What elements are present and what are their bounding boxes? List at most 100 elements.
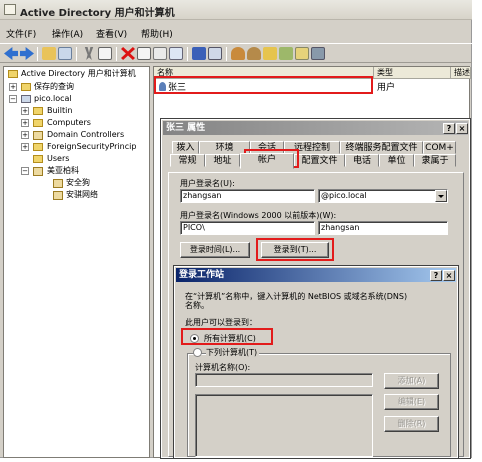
tree-anquangou[interactable]: 安全狗 [66,177,90,188]
tab-terminal-services[interactable]: 终端服务配置文件 [340,141,423,154]
tab-address[interactable]: 地址 [205,154,240,167]
tree-root[interactable]: Active Directory 用户和计算机 [21,68,136,79]
menu-action[interactable]: 操作(A) [52,27,83,40]
console-tree: Active Directory 用户和计算机 + 保存的查询 − pico.l… [3,66,150,458]
column-description[interactable]: 描述 [451,67,471,79]
can-logon-label: 此用户可以登录到： [185,318,257,327]
column-name[interactable]: 名称 [154,67,374,79]
folder-icon [33,143,43,151]
logon-hours-button[interactable]: 登录时间(L)... [180,242,250,258]
close-icon[interactable]: × [456,123,468,134]
menu-help[interactable]: 帮助(H) [141,27,173,40]
tab-organization[interactable]: 单位 [379,154,414,167]
tab-complus[interactable]: COM+ [423,141,456,154]
expand-icon[interactable]: + [21,143,29,151]
collapse-icon[interactable]: − [21,167,29,175]
new-user-icon[interactable] [231,47,245,60]
new-ou-icon[interactable] [263,47,277,60]
properties-icon[interactable] [137,47,151,60]
copy-icon[interactable] [98,47,112,60]
menu-view[interactable]: 查看(V) [96,27,127,40]
help-icon[interactable] [192,47,206,60]
forward-icon[interactable] [20,47,34,60]
show-tree-icon[interactable] [58,47,72,60]
radio-following-computers[interactable] [193,348,202,357]
add-button[interactable]: 添加(A) [384,373,439,389]
opt-all-label: 所有计算机(C) [204,334,256,343]
tree-anqi[interactable]: 安骐网络 [66,189,98,200]
chevron-down-icon[interactable] [435,190,447,202]
console-root-icon [8,70,18,78]
help-button[interactable]: ? [430,270,442,281]
refresh-icon[interactable] [153,47,167,60]
export-list-icon[interactable] [169,47,183,60]
up-folder-icon[interactable] [42,47,56,60]
collapse-icon[interactable]: − [9,95,17,103]
ou-icon [33,131,43,140]
close-icon[interactable]: × [443,270,455,281]
app-icon [4,4,16,15]
back-icon[interactable] [4,47,18,60]
logon-name-label: 用户登录名(U): [180,179,235,188]
tree-users[interactable]: Users [47,153,69,164]
ou-icon [53,191,63,200]
upn-suffix-select[interactable]: @pico.local [318,189,448,203]
folder-icon [33,119,43,127]
tree-meiya[interactable]: 美亚柏科 [47,165,79,176]
user-icon [159,82,166,91]
toolbar-separator [226,47,227,61]
tree-saved-queries[interactable]: 保存的查询 [34,81,74,92]
computer-name-input[interactable] [195,373,373,387]
radio-all-computers[interactable] [190,334,199,343]
domain-icon [21,95,31,103]
logon-to-button[interactable]: 登录到(T)... [261,242,329,258]
ws-description-line2: 名称。 [185,301,209,310]
tree-domain-controllers[interactable]: Domain Controllers [47,129,124,140]
tab-member-of[interactable]: 隶属于 [414,154,456,167]
logon-name-input[interactable]: zhangsan [180,189,315,203]
pre2000-domain-field: PICO\ [180,221,315,235]
new-group-icon[interactable] [247,47,261,60]
expand-icon[interactable]: + [21,119,29,127]
row-type: 用户 [377,83,396,93]
title-bar: Active Directory 用户和计算机 [0,0,472,20]
opt-following-label: 下列计算机(T) [206,347,260,358]
tab-dialin[interactable]: 拨入 [172,141,199,154]
action-pane-icon[interactable] [208,47,222,60]
dialog-title: 张三 属性 [163,121,468,135]
column-type[interactable]: 类型 [374,67,451,79]
folder-icon [21,83,31,91]
tab-general[interactable]: 常规 [170,154,205,167]
edit-button[interactable]: 编辑(E) [384,394,439,410]
computer-list[interactable] [195,394,373,457]
ws-description-line1: 在“计算机”名称中，键入计算机的 NetBIOS 或域名系统(DNS) [185,292,408,301]
tab-profile[interactable]: 配置文件 [294,154,345,167]
toolbar [0,43,472,63]
tab-account[interactable]: 帐户 [240,153,294,169]
cut-icon[interactable] [84,47,94,60]
ou-icon [33,167,43,176]
help-button[interactable]: ? [443,123,455,134]
tab-telephones[interactable]: 电话 [345,154,379,167]
tree-foreign-security[interactable]: ForeignSecurityPrincip [47,141,136,152]
tree-domain[interactable]: pico.local [34,93,72,104]
remove-button[interactable]: 删除(R) [384,416,439,432]
row-name: 张三 [168,83,187,93]
menu-bar: 文件(F) 操作(A) 查看(V) 帮助(H) [0,24,472,42]
toolbar-separator [116,47,117,61]
expand-icon[interactable]: + [9,83,17,91]
computer-name-label: 计算机名称(O): [195,363,251,372]
filter-icon[interactable] [279,47,293,60]
expand-icon[interactable]: + [21,131,29,139]
pre2000-name-input[interactable]: zhangsan [318,221,448,235]
find-icon[interactable] [295,47,309,60]
delete-icon[interactable] [121,47,135,60]
dialog-title-text: 张三 属性 [166,123,206,133]
folder-icon [33,107,43,115]
menu-file[interactable]: 文件(F) [6,27,36,40]
ou-icon [53,179,63,188]
add-to-group-icon[interactable] [311,47,325,60]
tree-computers[interactable]: Computers [47,117,91,128]
expand-icon[interactable]: + [21,107,29,115]
tree-builtin[interactable]: Builtin [47,105,72,116]
